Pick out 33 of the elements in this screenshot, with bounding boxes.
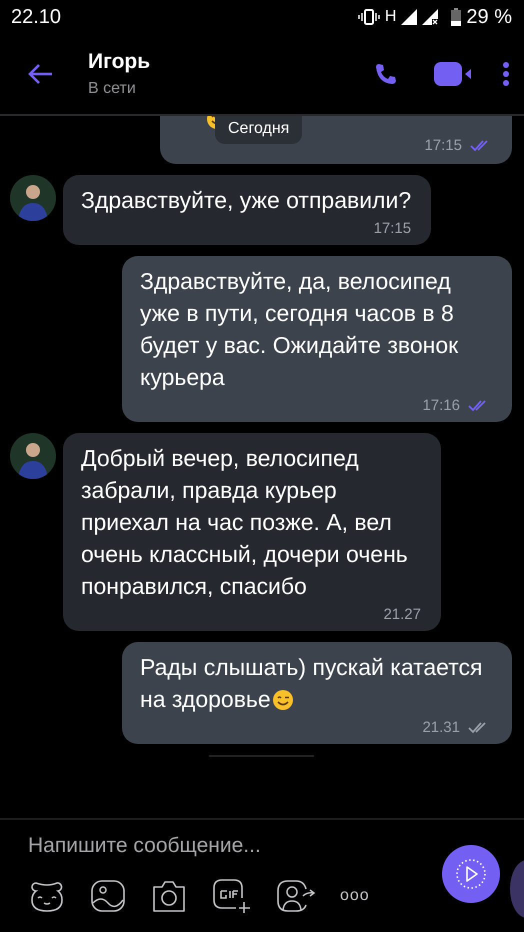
more-options-icon[interactable]	[502, 61, 510, 87]
online-status: В сети	[88, 80, 137, 98]
message-time: 21.31	[422, 719, 460, 736]
battery-level: 29 %	[466, 6, 512, 28]
message-time: 17:15	[374, 220, 412, 237]
sticker-icon[interactable]	[28, 879, 66, 913]
back-button[interactable]	[28, 63, 54, 85]
share-contact-icon[interactable]	[276, 879, 316, 913]
avatar[interactable]	[10, 175, 56, 221]
network-type: H	[384, 8, 396, 26]
vibrate-icon	[358, 9, 380, 25]
no-signal-icon	[422, 9, 438, 25]
gallery-icon[interactable]	[90, 879, 126, 913]
call-icon[interactable]	[374, 62, 398, 86]
message-time: 21.27	[383, 606, 421, 623]
message-time: 17:16	[422, 397, 460, 414]
battery-icon	[451, 8, 462, 26]
message-text: Добрый вечер, велосипед забрали, правда курьер приехал на час позже. А, вел очень классный, дочери очень понравился, спасибо	[81, 444, 409, 601]
message-text: Здравствуйте, да, велосипед уже в пути, сегодня часов в 8 будет у вас. Ожидайте звонок курьера	[140, 267, 460, 392]
message-text: Здравствуйте, уже отправили?	[81, 186, 412, 215]
video-call-icon[interactable]	[434, 62, 472, 86]
message-text: Рады слышать) пускай катается на здоровье	[140, 653, 484, 714]
gif-icon[interactable]	[212, 878, 252, 914]
message-input[interactable]: Напишите сообщение...	[28, 834, 328, 858]
message-time: 17:15	[424, 137, 462, 154]
camera-icon[interactable]	[150, 879, 188, 913]
date-chip: Сегодня	[215, 116, 302, 144]
avatar[interactable]	[10, 433, 56, 479]
signal-icon	[401, 9, 418, 25]
contact-name: Игорь	[88, 50, 152, 74]
clock-time: 22.10	[11, 6, 62, 28]
play-icon	[455, 858, 487, 890]
more-button[interactable]: ooo	[340, 887, 370, 905]
